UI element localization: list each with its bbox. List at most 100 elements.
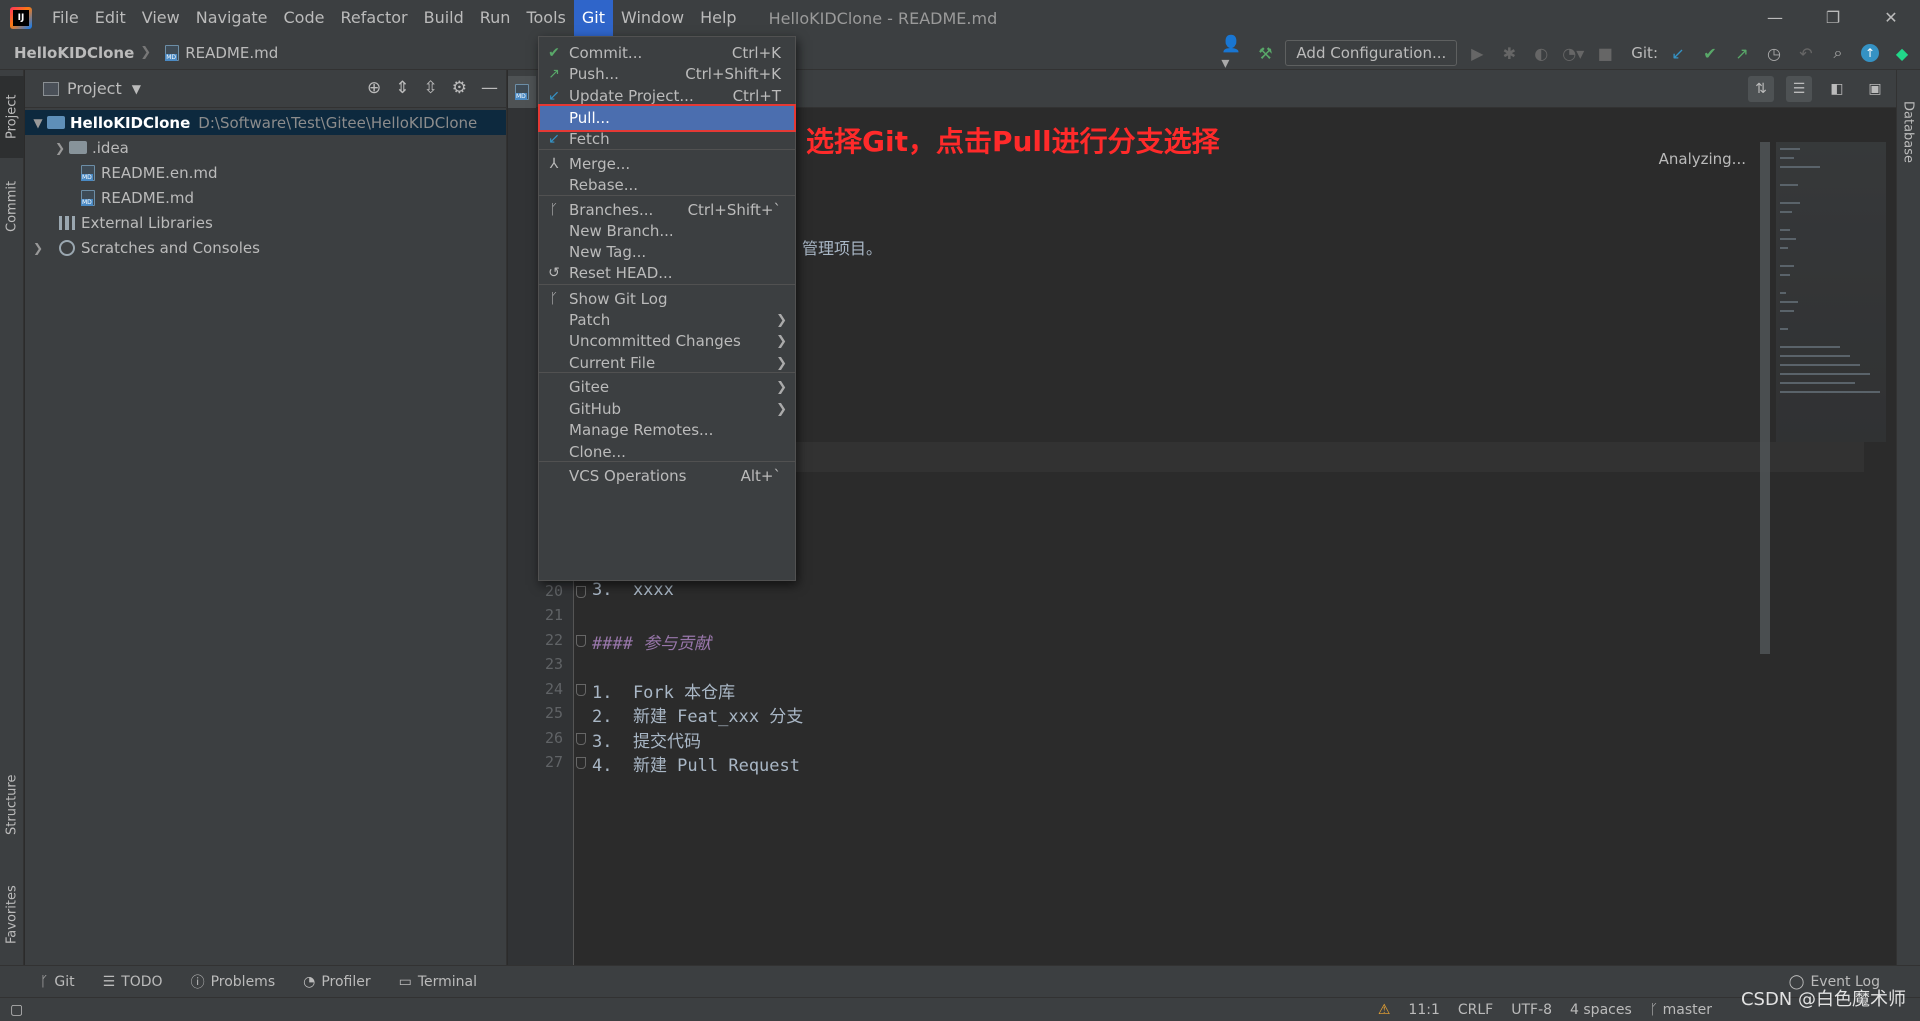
tool-tab-commit[interactable]: Commit	[0, 166, 24, 246]
tree-item-scratches[interactable]: ❯ Scratches and Consoles	[25, 235, 506, 260]
git-menu-item-clone[interactable]: Clone...	[539, 439, 795, 465]
breadcrumb-project[interactable]: HelloKIDClone	[0, 44, 134, 62]
git-branch[interactable]: ᚴ master	[1650, 1002, 1712, 1018]
git-menu-item-reset-head[interactable]: ↺ Reset HEAD...	[539, 260, 795, 286]
tool-tab-todo[interactable]: ☰ TODO	[89, 974, 177, 990]
git-update-icon[interactable]: ↙	[1666, 41, 1690, 65]
git-menu-item-label: GitHub	[569, 400, 621, 418]
tool-tab-favorites[interactable]: Favorites	[0, 870, 24, 960]
debug-icon[interactable]: ✱	[1497, 41, 1521, 65]
markdown-file-icon	[165, 44, 180, 61]
folder-icon	[69, 141, 87, 154]
breadcrumb-file[interactable]: README.md	[151, 44, 278, 62]
split-view-icon[interactable]: ◧	[1824, 76, 1850, 102]
build-hammer-icon[interactable]: ⚒	[1253, 41, 1277, 65]
file-encoding[interactable]: UTF-8	[1511, 1002, 1552, 1018]
git-menu-item-vcs-operations[interactable]: VCS Operations Alt+`	[539, 463, 795, 489]
minimap-line	[1780, 184, 1798, 186]
user-icon[interactable]: 👤▾	[1221, 34, 1245, 72]
coverage-icon[interactable]: ◐	[1529, 41, 1553, 65]
tool-tab-terminal[interactable]: ▭ Terminal	[385, 974, 491, 990]
gear-icon[interactable]: ⚙	[452, 78, 467, 98]
collapse-all-icon[interactable]: ⇳	[424, 78, 438, 98]
hide-icon[interactable]: —	[481, 78, 498, 98]
minimap-line	[1780, 247, 1788, 249]
tree-item-path: D:\Software\Test\Gitee\HelloKIDClone	[198, 113, 478, 132]
git-commit-icon[interactable]: ✔	[1698, 41, 1722, 65]
tool-tab-database[interactable]: Database	[1896, 82, 1920, 182]
locate-icon[interactable]: ⊕	[367, 78, 381, 98]
menu-git[interactable]: Git	[573, 0, 613, 36]
add-configuration-button[interactable]: Add Configuration...	[1285, 40, 1458, 66]
menu-run[interactable]: Run	[472, 0, 519, 36]
menu-tools[interactable]: Tools	[518, 0, 573, 36]
tree-item-readme-en[interactable]: README.en.md	[25, 160, 506, 185]
search-icon[interactable]: ⌕	[1826, 41, 1850, 65]
git-push-icon[interactable]: ↗	[1730, 41, 1754, 65]
tool-tab-problems[interactable]: ⓘ Problems	[177, 972, 290, 992]
editor-only-icon[interactable]: ☰	[1786, 76, 1812, 102]
markdown-heading: #### 参与贡献	[592, 633, 712, 654]
minimap[interactable]	[1776, 142, 1886, 442]
run-icon[interactable]: ▶	[1465, 41, 1489, 65]
menu-help[interactable]: Help	[692, 0, 744, 36]
line-separator[interactable]: CRLF	[1458, 1002, 1493, 1018]
fold-marker-icon[interactable]	[576, 585, 586, 598]
tool-tab-project[interactable]: Project	[0, 76, 24, 158]
fold-marker-icon[interactable]	[576, 634, 586, 647]
update-ide-icon[interactable]: ↑	[1858, 41, 1882, 65]
annotation-text: 选择Git，点击Pull进行分支选择	[806, 125, 1220, 158]
caret-position[interactable]: 11:1	[1408, 1002, 1439, 1018]
menu-refactor[interactable]: Refactor	[332, 0, 415, 36]
editor-tab-readme[interactable]	[508, 76, 536, 108]
preview-only-icon[interactable]: ▣	[1862, 76, 1888, 102]
git-menu-item-fetch[interactable]: ↙ Fetch	[539, 126, 795, 152]
tree-item-readme[interactable]: README.md	[25, 185, 506, 210]
jetbrains-toolbox-icon[interactable]: ◆	[1890, 41, 1914, 65]
close-icon[interactable]: ✕	[1862, 0, 1920, 36]
minimap-line	[1780, 229, 1790, 231]
tool-tab-profiler[interactable]: ◔ Profiler	[289, 974, 385, 990]
chevron-right-icon[interactable]: ❯	[51, 141, 69, 155]
fold-marker-icon[interactable]	[576, 732, 586, 745]
layout-toggle-icon[interactable]: ▢	[10, 1002, 23, 1018]
rollback-icon[interactable]: ↶	[1794, 41, 1818, 65]
restore-icon[interactable]: ❐	[1804, 0, 1862, 36]
menu-view[interactable]: View	[134, 0, 188, 36]
stop-icon[interactable]: ■	[1593, 41, 1617, 65]
chevron-down-icon[interactable]: ▼	[29, 116, 47, 130]
menu-code[interactable]: Code	[276, 0, 333, 36]
editor-scrollbar[interactable]	[1760, 142, 1770, 654]
tree-item-idea[interactable]: ❯ .idea	[25, 135, 506, 160]
profile-icon[interactable]: ◔▾	[1561, 41, 1585, 65]
git-menu-item-rebase[interactable]: Rebase...	[539, 172, 795, 198]
main-toolbar: 👤▾ ⚒ Add Configuration... ▶ ✱ ◐ ◔▾ ■ Git…	[1221, 34, 1920, 72]
left-tool-strip: Project Commit Structure Favorites	[0, 70, 24, 965]
menu-window[interactable]: Window	[613, 0, 692, 36]
git-menu-item-current-file[interactable]: Current File ❯	[539, 350, 795, 376]
menu-navigate[interactable]: Navigate	[188, 0, 276, 36]
submenu-arrow-icon: ❯	[776, 312, 787, 328]
tree-item-root[interactable]: ▼ HelloKIDClone D:\Software\Test\Gitee\H…	[25, 110, 506, 135]
tree-item-label: .idea	[92, 138, 129, 157]
tool-tab-git[interactable]: ᚴ Git	[0, 974, 89, 990]
fold-marker-icon[interactable]	[576, 683, 586, 696]
history-icon[interactable]: ◷	[1762, 41, 1786, 65]
preview-toggle-icon[interactable]: ⇅	[1748, 76, 1774, 102]
menu-build[interactable]: Build	[416, 0, 472, 36]
menu-edit[interactable]: Edit	[87, 0, 134, 36]
menu-file[interactable]: File	[44, 0, 87, 36]
expand-all-icon[interactable]: ⇕	[395, 78, 409, 98]
breadcrumb-file-label: README.md	[185, 43, 279, 62]
tree-item-label: External Libraries	[81, 213, 213, 232]
indent-setting[interactable]: 4 spaces	[1570, 1002, 1632, 1018]
branch-icon: ᚴ	[1649, 1002, 1663, 1018]
minimize-icon[interactable]: —	[1746, 0, 1804, 36]
git-menu-item-label: Update Project...	[569, 87, 694, 105]
tree-item-external-libraries[interactable]: External Libraries	[25, 210, 506, 235]
chevron-right-icon[interactable]: ❯	[29, 241, 47, 255]
fold-marker-icon[interactable]	[576, 757, 586, 769]
git-menu-item-label: Merge...	[569, 155, 631, 173]
warning-icon[interactable]: ⚠	[1378, 1002, 1391, 1018]
tool-tab-structure[interactable]: Structure	[0, 760, 24, 850]
